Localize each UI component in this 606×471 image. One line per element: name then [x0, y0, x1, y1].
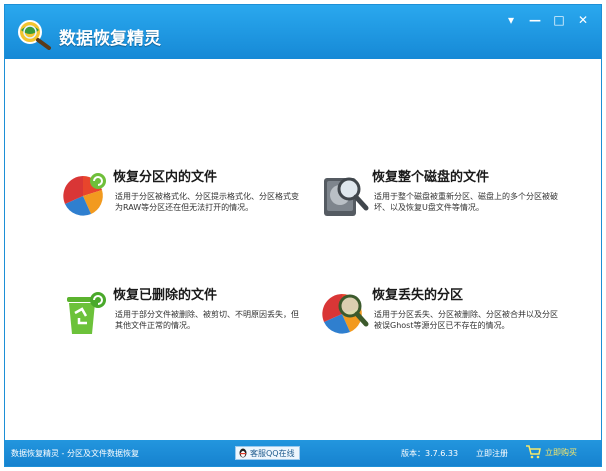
- pie-chart-refresh-icon: [63, 173, 106, 216]
- version-label: 版本：3.7.6.33: [401, 449, 459, 458]
- qq-support-label: 客服QQ在线: [250, 448, 295, 458]
- qq-support-button[interactable]: 客服QQ在线: [235, 446, 300, 460]
- card-description: 适用于分区被格式化、分区提示格式化、分区格式变为RAW等分区还在但无法打开的情况…: [115, 192, 299, 212]
- minimize-button[interactable]: —: [525, 11, 545, 29]
- recover-lost-partition-card[interactable]: 恢复丢失的分区 适用于分区丢失、分区被删除、分区被合并以及分区被误Ghost等源…: [320, 284, 560, 359]
- main-content: 恢复分区内的文件 适用于分区被格式化、分区提示格式化、分区格式变为RAW等分区还…: [5, 59, 601, 442]
- close-button[interactable]: ✕: [573, 11, 593, 29]
- title-bar[interactable]: 数据恢复精灵 ▾ — □ ✕: [5, 5, 601, 59]
- hard-disk-magnifier-icon: [324, 177, 369, 216]
- shopping-cart-icon: [526, 445, 541, 459]
- card-title: 恢复整个磁盘的文件: [372, 170, 490, 185]
- recover-disk-files-card[interactable]: 恢复整个磁盘的文件 适用于整个磁盘被重新分区、磁盘上的多个分区被破坏、以及恢复U…: [320, 166, 560, 241]
- qq-penguin-icon: [239, 448, 247, 458]
- recover-deleted-files-card[interactable]: 恢复已删除的文件 适用于部分文件被删除、被剪切、不明原因丢失，但其他文件正常的情…: [61, 284, 301, 359]
- menu-dropdown-button[interactable]: ▾: [501, 11, 521, 29]
- window-controls: ▾ — □ ✕: [501, 11, 593, 29]
- buy-now-label: 立即购买: [545, 447, 577, 457]
- recover-partition-files-card[interactable]: 恢复分区内的文件 适用于分区被格式化、分区提示格式化、分区格式变为RAW等分区还…: [61, 166, 301, 241]
- recycle-bin-icon: [67, 292, 106, 334]
- app-title: 数据恢复精灵: [59, 29, 161, 49]
- app-window: 数据恢复精灵 ▾ — □ ✕ 恢复分区内的文件 适用于分区被格式化、分区提示格式…: [4, 4, 602, 467]
- card-description: 适用于整个磁盘被重新分区、磁盘上的多个分区被破坏、以及恢复U盘文件等情况。: [374, 192, 558, 212]
- card-title: 恢复已删除的文件: [113, 288, 218, 303]
- status-text: 数据恢复精灵 - 分区及文件数据恢复: [11, 449, 139, 458]
- card-description: 适用于部分文件被删除、被剪切、不明原因丢失，但其他文件正常的情况。: [115, 310, 299, 330]
- register-link[interactable]: 立即注册: [476, 448, 508, 459]
- card-title: 恢复分区内的文件: [113, 170, 218, 185]
- status-bar: 数据恢复精灵 - 分区及文件数据恢复 客服QQ在线 版本：3.7.6.33 立即…: [5, 440, 601, 466]
- magnifier-globe-icon: [18, 20, 51, 50]
- pie-chart-magnifier-icon: [322, 294, 369, 334]
- card-description: 适用于分区丢失、分区被删除、分区被合并以及分区被误Ghost等源分区已不存在的情…: [374, 310, 558, 330]
- buy-now-button[interactable]: 立即购买: [525, 445, 577, 459]
- card-title: 恢复丢失的分区: [372, 288, 464, 303]
- maximize-button[interactable]: □: [549, 11, 569, 29]
